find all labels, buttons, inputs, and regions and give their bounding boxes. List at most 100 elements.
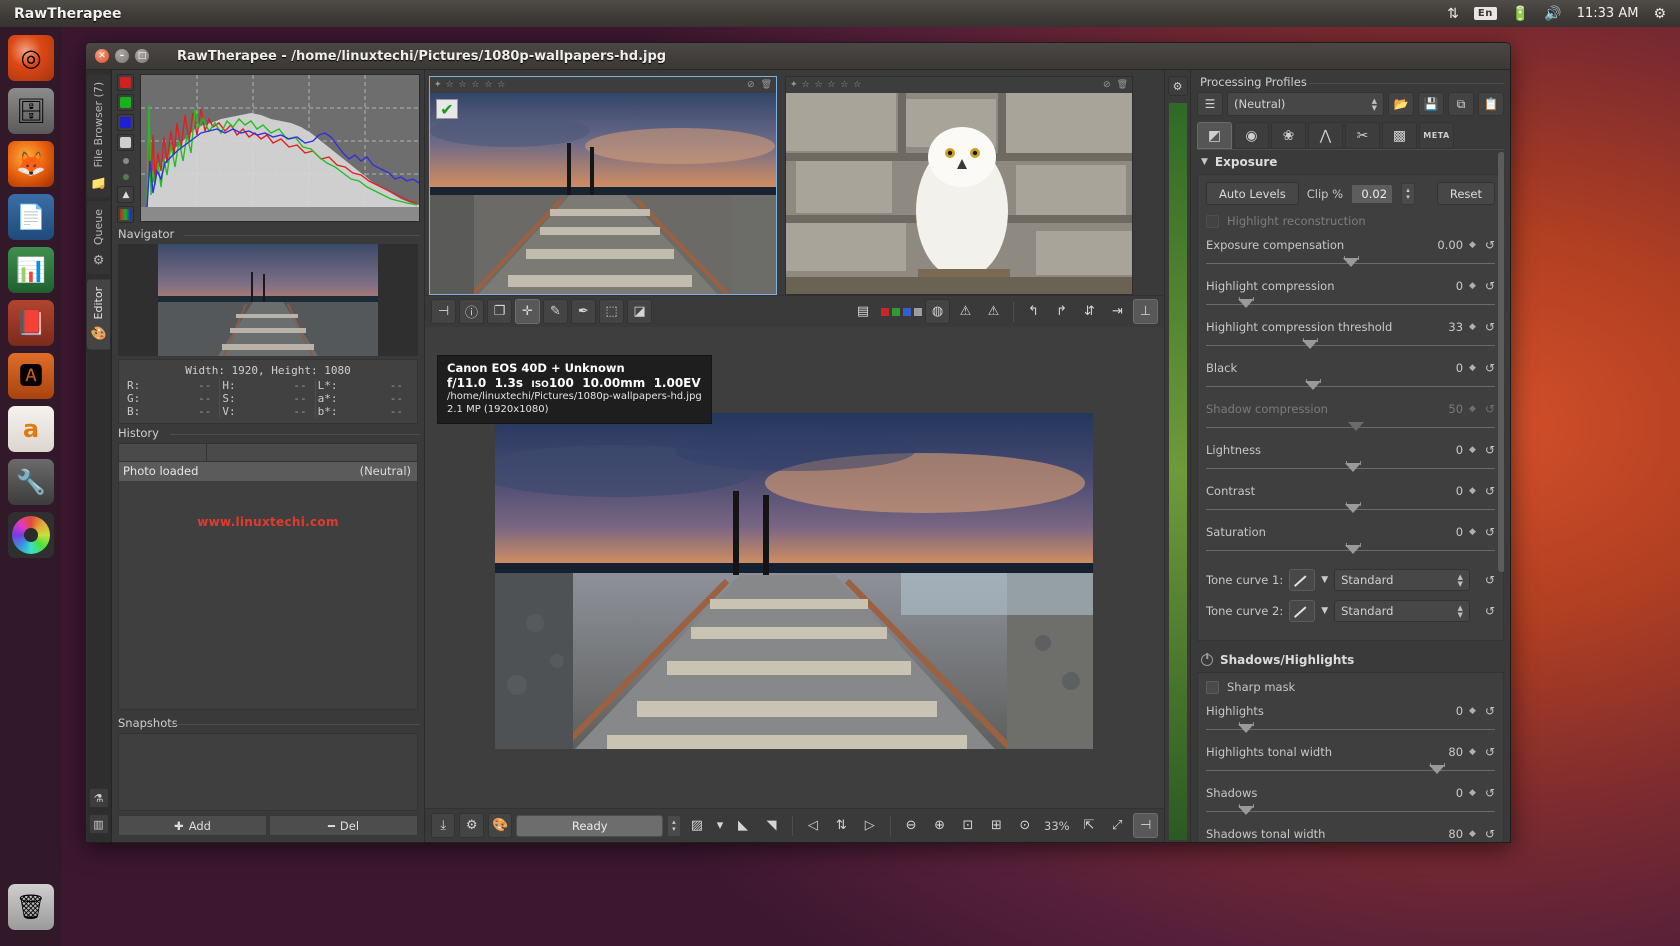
histogram-green-toggle[interactable] bbox=[117, 94, 134, 111]
tone-curve-2-select[interactable]: Standard ▲▼ bbox=[1334, 600, 1470, 622]
slider-highlight-compression-threshold[interactable]: Highlight compression threshold 33 ◆ ↺ bbox=[1206, 320, 1495, 350]
slider-exposure-compensation[interactable]: Exposure compensation 0.00 ◆ ↺ bbox=[1206, 238, 1495, 268]
diamond-icon[interactable]: ◆ bbox=[1469, 445, 1476, 455]
histogram-raw-toggle[interactable] bbox=[117, 170, 134, 183]
launcher-item-trash[interactable]: 🗑 bbox=[8, 884, 54, 930]
indicate-clipped-toggle[interactable]: ▤ bbox=[848, 299, 878, 324]
slider-knob[interactable] bbox=[1302, 340, 1318, 349]
profile-select[interactable]: (Neutral) ▲▼ bbox=[1227, 92, 1384, 116]
slider-highlight-compression[interactable]: Highlight compression 0 ◆ ↺ bbox=[1206, 279, 1495, 309]
spot-wb-tool-button[interactable]: ✎ bbox=[543, 299, 568, 324]
before-view-button[interactable]: ◣ bbox=[731, 813, 755, 838]
preview-mode-button[interactable]: ◍ bbox=[925, 299, 950, 324]
chevron-down-icon-2[interactable]: ▼ bbox=[1321, 606, 1328, 616]
slider-saturation[interactable]: Saturation 0 ◆ ↺ bbox=[1206, 525, 1495, 555]
diamond-icon[interactable]: ◆ bbox=[1469, 281, 1476, 291]
rotate-right-button[interactable]: ↱ bbox=[1049, 299, 1074, 324]
diamond-icon[interactable]: ◆ bbox=[1469, 240, 1476, 250]
filmstrip-toggle-icon[interactable]: ▥ bbox=[89, 814, 109, 834]
curve-type-icon-2[interactable] bbox=[1289, 600, 1315, 622]
trash-icon-2[interactable]: 🗑 bbox=[1117, 80, 1128, 90]
zoom-out-button[interactable]: ⊖ bbox=[899, 813, 923, 838]
expand-panels-button[interactable]: ⤢ bbox=[1105, 813, 1129, 838]
slider-knob[interactable] bbox=[1345, 545, 1361, 554]
slider-knob[interactable] bbox=[1345, 463, 1361, 472]
zoom-100-button[interactable]: ⊙ bbox=[1013, 813, 1037, 838]
navigator-thumbnail[interactable] bbox=[118, 244, 418, 356]
next-image-button[interactable]: ▷ bbox=[858, 813, 882, 838]
launcher-item-impress[interactable]: 📕 bbox=[8, 300, 54, 346]
shadows-highlights-section-header[interactable]: Shadows/Highlights bbox=[1197, 648, 1504, 672]
before-after-tool-button[interactable]: ❐ bbox=[487, 299, 512, 324]
snapshot-add-button[interactable]: ✚ Add bbox=[118, 815, 267, 836]
slider-track[interactable] bbox=[1206, 296, 1495, 309]
hand-tool-button[interactable]: ⊣ bbox=[431, 299, 456, 324]
window-titlebar[interactable]: ✕ – □ RawTherapee - /home/linuxtechi/Pic… bbox=[86, 43, 1510, 70]
save-reference-button[interactable]: ⊥ bbox=[1133, 299, 1158, 324]
zoom-crop-button[interactable]: ⊞ bbox=[984, 813, 1008, 838]
histogram-display[interactable] bbox=[140, 74, 420, 222]
clip-percent-input[interactable]: 0.02 bbox=[1351, 184, 1393, 204]
load-profile-button[interactable]: 📂 bbox=[1388, 92, 1414, 116]
histogram-bars-toggle[interactable] bbox=[117, 206, 134, 223]
slider-knob[interactable] bbox=[1345, 504, 1361, 513]
highlight-reconstruction-checkbox[interactable] bbox=[1206, 215, 1219, 228]
tab-color[interactable]: ❀ bbox=[1271, 122, 1306, 149]
tone-curve-2-reset-icon[interactable]: ↺ bbox=[1485, 604, 1495, 618]
status-spinner[interactable]: ▴▾ bbox=[667, 815, 681, 837]
paste-profile-button[interactable]: 📋 bbox=[1478, 92, 1504, 116]
slider-reset-icon[interactable]: ↺ bbox=[1485, 320, 1495, 334]
tab-metadata[interactable]: META bbox=[1419, 122, 1454, 149]
launcher-item-amazon[interactable]: a bbox=[8, 406, 54, 452]
white-balance-picker-button[interactable]: ✛ bbox=[515, 299, 540, 324]
fullscreen-button[interactable]: ⇱ bbox=[1077, 813, 1101, 838]
exposure-reset-button[interactable]: Reset bbox=[1437, 182, 1495, 205]
launcher-item-software[interactable]: 🅰 bbox=[8, 353, 54, 399]
slider-track[interactable] bbox=[1206, 542, 1495, 555]
diamond-icon[interactable]: ◆ bbox=[1469, 486, 1476, 496]
power-icon[interactable] bbox=[1201, 654, 1213, 666]
launcher-item-ubuntu-dash[interactable]: ◎ bbox=[8, 35, 54, 81]
window-close-button[interactable]: ✕ bbox=[95, 49, 109, 63]
unrated-icon[interactable]: ⊘ bbox=[747, 80, 755, 90]
straighten-tool-button[interactable]: ✒ bbox=[571, 299, 596, 324]
snapshots-list[interactable] bbox=[118, 733, 418, 811]
tone-curve-1-select[interactable]: Standard ▲▼ bbox=[1334, 569, 1470, 591]
filmstrip[interactable]: ✦ ☆ ☆ ☆ ☆ ☆ ⊘ 🗑 bbox=[425, 70, 1164, 295]
tone-curve-1-reset-icon[interactable]: ↺ bbox=[1485, 573, 1495, 587]
sharp-mask-checkbox[interactable] bbox=[1206, 681, 1219, 694]
diamond-icon[interactable]: ◆ bbox=[1469, 706, 1476, 716]
tab-transform[interactable]: ✂ bbox=[1345, 122, 1380, 149]
slider-reset-icon[interactable]: ↺ bbox=[1485, 827, 1495, 841]
slider-knob[interactable] bbox=[1429, 765, 1445, 774]
filmstrip-thumb-snowy-owl[interactable]: ✦ ☆ ☆ ☆ ☆ ☆ ⊘ 🗑 bbox=[785, 76, 1133, 295]
launcher-item-writer[interactable]: 📄 bbox=[8, 194, 54, 240]
save-image-button[interactable]: ⤓ bbox=[431, 813, 455, 838]
slider-track[interactable] bbox=[1206, 762, 1495, 775]
tab-advanced[interactable]: ⋀ bbox=[1308, 122, 1343, 149]
slider-reset-icon[interactable]: ↺ bbox=[1485, 484, 1495, 498]
window-minimize-button[interactable]: – bbox=[115, 49, 129, 63]
slider-knob[interactable] bbox=[1305, 381, 1321, 390]
clip-percent-stepper[interactable]: ▴▾ bbox=[1401, 183, 1415, 205]
main-preview-image[interactable] bbox=[495, 413, 1093, 749]
slider-track[interactable] bbox=[1206, 803, 1495, 816]
diamond-icon[interactable]: ◆ bbox=[1469, 829, 1476, 839]
slider-reset-icon[interactable]: ↺ bbox=[1485, 443, 1495, 457]
info-tool-button[interactable]: ⓘ bbox=[459, 299, 484, 324]
flip-vertical-button[interactable]: ⇵ bbox=[1077, 299, 1102, 324]
preferences-icon[interactable]: ⚗ bbox=[89, 788, 109, 808]
collapse-panel-button[interactable]: ⊣ bbox=[1133, 813, 1157, 838]
highlight-reconstruction-row[interactable]: Highlight reconstruction bbox=[1206, 214, 1495, 228]
profile-dropdown-button[interactable]: ▾ bbox=[713, 813, 727, 838]
flip-horizontal-button[interactable]: ⇥ bbox=[1105, 299, 1130, 324]
diamond-icon[interactable]: ◆ bbox=[1469, 788, 1476, 798]
sliver-thumb-preview[interactable] bbox=[1169, 103, 1187, 840]
diamond-icon[interactable]: ◆ bbox=[1469, 747, 1476, 757]
copy-profile-button[interactable]: ⧉ bbox=[1448, 92, 1474, 116]
rating-stars-2[interactable]: ☆ ☆ ☆ ☆ ☆ bbox=[802, 80, 863, 90]
slider-knob[interactable] bbox=[1343, 258, 1359, 267]
filmstrip-thumb-railway[interactable]: ✦ ☆ ☆ ☆ ☆ ☆ ⊘ 🗑 bbox=[429, 76, 777, 295]
processing-profile-fill-button[interactable]: ▨ bbox=[685, 813, 709, 838]
slider-reset-icon[interactable]: ↺ bbox=[1485, 786, 1495, 800]
